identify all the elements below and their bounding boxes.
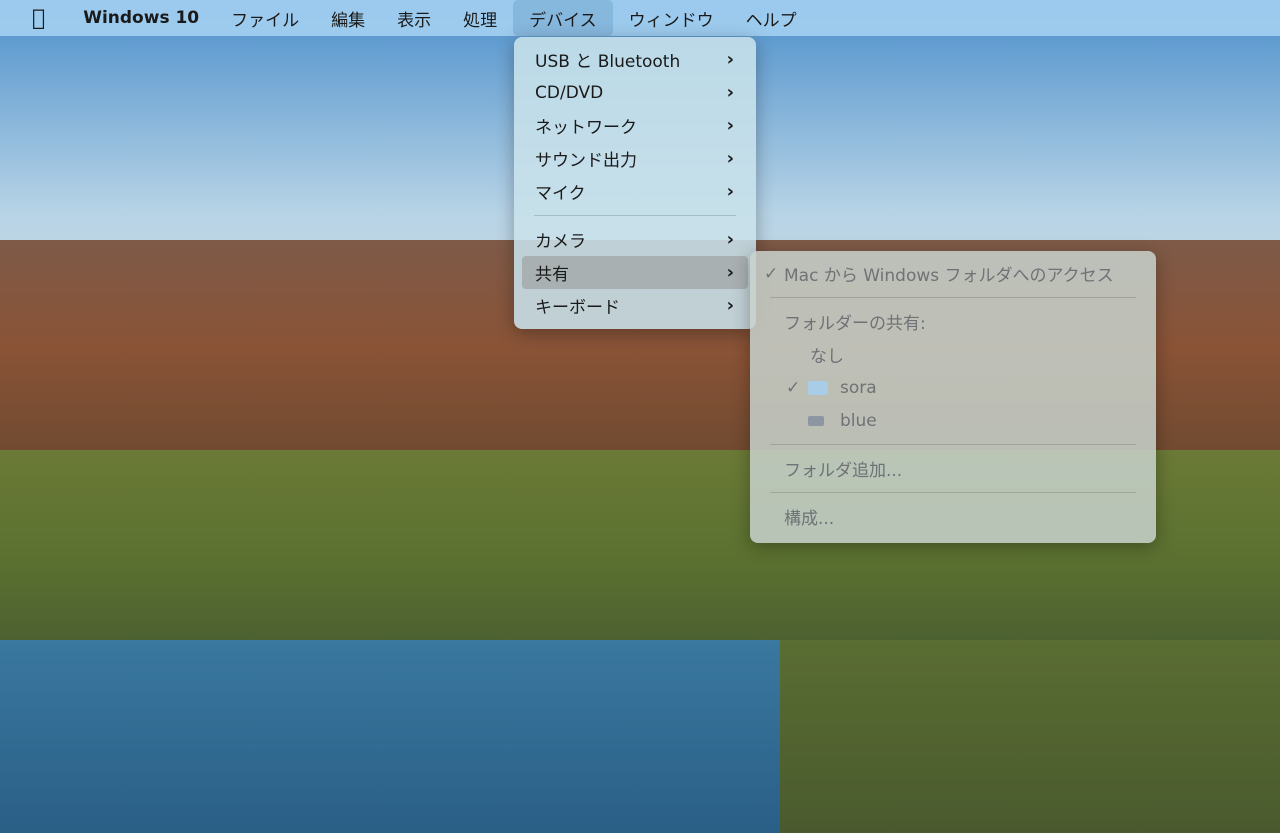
menu-bar:  Windows 10 ファイル 編集 表示 処理 デバイス ウィンドウ ヘル… <box>0 0 1280 36</box>
menu-item-configure[interactable]: 構成... <box>750 500 1156 533</box>
menu-view[interactable]: 表示 <box>381 0 447 36</box>
apple-icon[interactable]:  <box>0 0 67 36</box>
menu-item-mac-windows-access[interactable]: ✓ Mac から Windows フォルダへのアクセス <box>750 257 1156 290</box>
separator <box>770 297 1136 298</box>
menu-file[interactable]: ファイル <box>215 0 315 36</box>
menu-item-folder-blue[interactable]: blue <box>750 404 1156 437</box>
separator <box>770 444 1136 445</box>
menu-item-folder-sora[interactable]: ✓ sora <box>750 371 1156 404</box>
menu-actions[interactable]: 処理 <box>447 0 513 36</box>
menu-devices[interactable]: デバイス <box>513 0 613 36</box>
menu-item-usb-bluetooth[interactable]: USB と Bluetooth › <box>514 43 756 76</box>
label: 共有 <box>535 265 569 285</box>
chevron-right-icon: › <box>726 295 734 316</box>
label: sora <box>840 377 877 398</box>
menu-item-network[interactable]: ネットワーク › <box>514 109 756 142</box>
menu-item-cd-dvd[interactable]: CD/DVD › <box>514 76 756 109</box>
checkmark-icon: ✓ <box>786 377 801 398</box>
label: USB と Bluetooth <box>535 52 681 72</box>
separator <box>770 492 1136 493</box>
devices-menu: USB と Bluetooth › CD/DVD › ネットワーク › サウンド出力 ›… <box>514 37 756 329</box>
ocean <box>0 640 780 833</box>
chevron-right-icon: › <box>726 229 734 250</box>
label: マイク <box>535 184 586 204</box>
label: blue <box>840 410 877 431</box>
coast <box>780 640 1280 833</box>
sharing-submenu: ✓ Mac から Windows フォルダへのアクセス フォルダーの共有: なし … <box>750 251 1156 543</box>
folder-sharing-header: フォルダーの共有: <box>784 314 926 334</box>
chevron-right-icon: › <box>726 115 734 136</box>
chevron-right-icon: › <box>726 181 734 202</box>
drive-icon <box>808 415 824 426</box>
label: カメラ <box>535 232 586 252</box>
checkmark-icon: ✓ <box>764 263 779 284</box>
separator <box>534 215 736 216</box>
menu-item-camera[interactable]: カメラ › <box>514 223 756 256</box>
chevron-right-icon: › <box>726 262 734 283</box>
label: サウンド出力 <box>535 151 637 171</box>
menu-help[interactable]: ヘルプ <box>730 0 813 36</box>
label: Mac から Windows フォルダへのアクセス <box>784 266 1114 286</box>
menu-item-none[interactable]: なし <box>750 338 1156 371</box>
label: ネットワーク <box>535 118 637 138</box>
label: CD/DVD <box>535 82 604 103</box>
chevron-right-icon: › <box>726 148 734 169</box>
menu-item-microphone[interactable]: マイク › <box>514 175 756 208</box>
menu-window[interactable]: ウィンドウ <box>613 0 730 36</box>
menu-edit[interactable]: 編集 <box>315 0 381 36</box>
home-folder-icon <box>808 380 828 395</box>
menu-item-sound-output[interactable]: サウンド出力 › <box>514 142 756 175</box>
chevron-right-icon: › <box>726 49 734 70</box>
chevron-right-icon: › <box>726 82 734 103</box>
label: キーボード <box>535 298 620 318</box>
menu-item-keyboard[interactable]: キーボード › <box>514 289 756 322</box>
menu-app[interactable]: Windows 10 <box>67 0 215 36</box>
menu-item-sharing[interactable]: 共有 › <box>522 256 748 289</box>
menu-item-add-folder[interactable]: フォルダ追加... <box>750 452 1156 485</box>
